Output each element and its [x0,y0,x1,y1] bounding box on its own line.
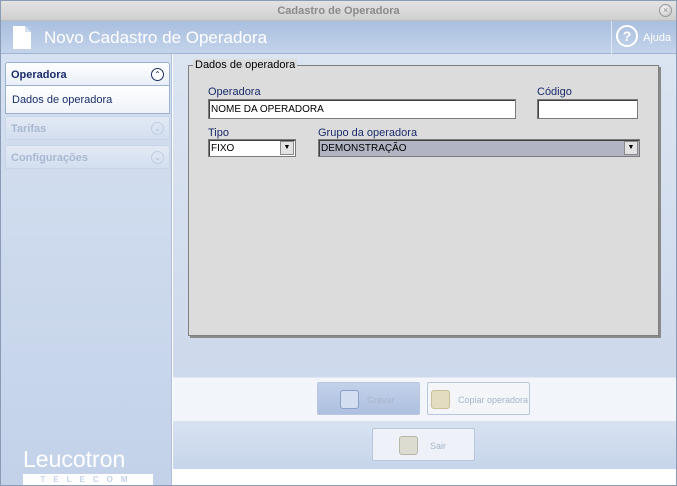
gravar-label: Gravar [367,395,395,405]
groupbox-title: Dados de operadora [193,59,298,71]
exit-door-icon [399,436,418,455]
operadora-input[interactable]: NOME DA OPERADORA [208,99,516,119]
sidebar-panel-configuracoes[interactable]: Configurações ⌄ [5,145,170,169]
page-header: Novo Cadastro de Operadora ? Ajuda [1,21,676,54]
grupo-label: Grupo da operadora [318,127,418,139]
form-area: Dados de operadora Operadora NOME DA OPE… [173,54,676,377]
help-label: Ajuda [643,32,672,44]
footer-bar: Sair [173,421,676,469]
dropdown-arrow-icon[interactable]: ▼ [624,141,638,155]
sidebar-panel-body: Dados de operadora [5,86,170,114]
close-icon[interactable]: × [659,4,672,17]
tipo-label: Tipo [208,127,229,139]
chevron-up-icon[interactable]: ⌃ [151,68,164,81]
operadora-groupbox: Dados de operadora Operadora NOME DA OPE… [188,59,659,336]
copy-icon [431,390,450,409]
grupo-select[interactable]: DEMONSTRAÇÃO ▼ [318,139,640,157]
brand-name: Leucotron [23,446,126,472]
codigo-input[interactable] [537,99,638,119]
question-icon: ? [616,25,638,47]
dropdown-arrow-icon[interactable]: ▼ [280,141,294,155]
sidebar-panel-tarifas[interactable]: Tarifas ⌄ [5,116,170,140]
brand-subtitle: TELECOM [23,474,153,485]
chevron-down-icon[interactable]: ⌄ [151,151,164,164]
sidebar: Operadora ⌃ Dados de operadora Tarifas ⌄… [1,54,172,485]
gravar-button[interactable]: Gravar [317,382,420,415]
operadora-label: Operadora [208,86,261,98]
app-window: Cadastro de Operadora × Novo Cadastro de… [0,0,677,486]
sair-button[interactable]: Sair [372,428,475,461]
copiar-label: Copiar operadora [458,395,529,405]
sidebar-panel-label: Configurações [11,152,89,164]
main-content: Dados de operadora Operadora NOME DA OPE… [173,54,676,485]
grupo-value: DEMONSTRAÇÃO [321,143,407,154]
document-icon [13,26,31,49]
brand-logo: Leucotron TELECOM [23,446,153,485]
help-button[interactable]: ? Ajuda [611,21,676,54]
tipo-value: FIXO [211,143,235,154]
copiar-operadora-button[interactable]: Copiar operadora [427,382,530,415]
window-title: Cadastro de Operadora [277,5,400,17]
save-icon [340,390,359,409]
title-bar: Cadastro de Operadora × [1,1,676,21]
sidebar-item-dados-de-operadora[interactable]: Dados de operadora [12,94,112,106]
sidebar-panel-label: Tarifas [11,123,47,135]
sidebar-panel-label: Operadora [11,69,67,81]
tipo-select[interactable]: FIXO ▼ [208,139,296,157]
sair-label: Sair [430,441,447,451]
codigo-label: Código [537,86,572,98]
sidebar-panel-operadora[interactable]: Operadora ⌃ [5,62,170,86]
page-title: Novo Cadastro de Operadora [44,28,268,47]
action-bar: Gravar Copiar operadora [173,377,676,421]
chevron-down-icon[interactable]: ⌄ [151,122,164,135]
